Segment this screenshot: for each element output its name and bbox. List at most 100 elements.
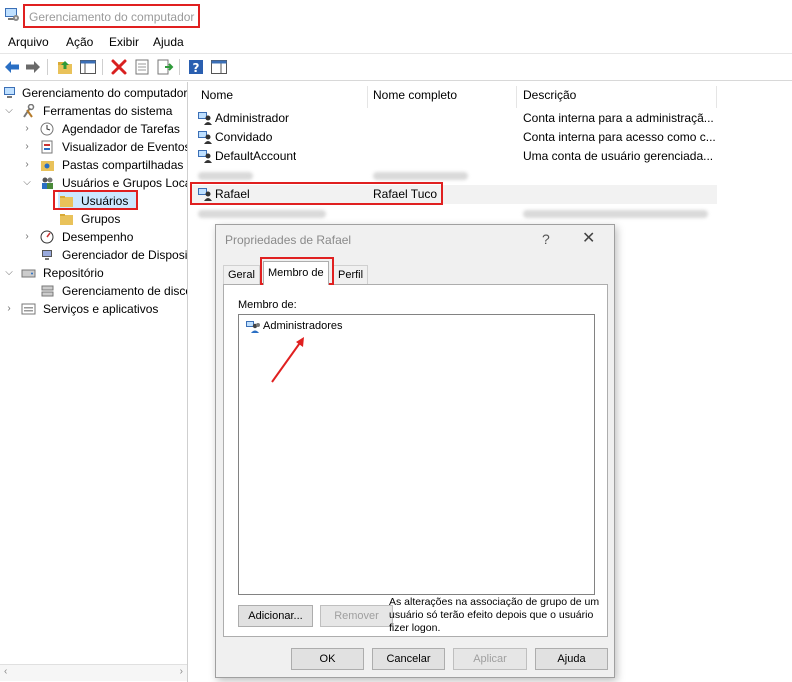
cancel-button[interactable]: Cancelar [372,648,445,670]
tree-label: Gerenciador de Disposit [62,248,188,262]
cell-description: Conta interna para acesso como c... [523,130,716,144]
forward-arrow-icon[interactable] [24,58,42,76]
help-icon[interactable]: ? [187,58,205,76]
table-row-redacted[interactable] [192,204,722,223]
menu-acao[interactable]: Ação [66,35,93,49]
tree-horizontal-scrollbar[interactable]: ‹ › [0,664,187,681]
show-hide-tree-icon[interactable] [79,58,97,76]
cell-description: Uma conta de usuário gerenciada... [523,149,714,163]
chevron-down-icon[interactable]: ⌵ [4,102,14,120]
toolbar: ? [0,53,792,81]
tree-label: Agendador de Tarefas [62,122,180,136]
menu-arquivo[interactable]: Arquivo [8,35,49,49]
tree-label: Serviços e aplicativos [43,302,159,316]
tab-membro-de[interactable]: Membro de [263,261,329,285]
membership-note: As alterações na associação de grupo de … [389,596,600,634]
chevron-right-icon[interactable]: › [22,156,32,174]
folder-icon [59,194,74,208]
storage-icon [21,266,36,280]
menu-bar: Arquivo Ação Exibir Ajuda [0,32,792,52]
properties-icon[interactable] [133,58,151,76]
cell-name: Rafael [215,187,250,201]
menu-ajuda[interactable]: Ajuda [153,35,184,49]
properties-dialog: Propriedades de Rafael ? ✕ Geral Membro … [215,224,615,678]
tree-label: Repositório [43,266,104,280]
help-button[interactable]: Ajuda [535,648,608,670]
shared-folder-icon [40,158,55,172]
tree-item-users[interactable]: Usuários [58,192,136,210]
tree-label: Desempenho [62,230,134,244]
performance-icon [40,230,55,244]
tab-geral[interactable]: Geral [223,265,260,285]
title-bar: Gerenciamento do computador [0,0,792,32]
chevron-down-icon[interactable]: ⌵ [22,174,32,192]
redacted-text [198,172,253,180]
tree-label: Pastas compartilhadas [62,158,184,172]
help-question-icon[interactable]: ? [542,231,550,247]
chevron-right-icon[interactable]: › [22,138,32,156]
device-manager-icon [40,248,55,262]
toolbar-separator [102,59,103,75]
annotation-arrow-icon [271,337,304,383]
tree-label: Gerenciamento do computador [22,86,188,100]
tools-icon [21,103,36,118]
table-row-selected[interactable]: Rafael Rafael Tuco [192,185,717,204]
tree-label: Usuários e Grupos Loca [62,176,188,190]
event-viewer-icon [40,140,55,154]
tree-label: Usuários [81,194,129,208]
action-pane-icon[interactable] [210,58,228,76]
tree-label: Ferramentas do sistema [43,104,173,118]
delete-icon[interactable] [110,58,128,76]
add-button[interactable]: Adicionar... [238,605,313,627]
user-icon [197,130,213,145]
users-groups-icon [40,176,55,190]
cell-description: Conta interna para a administraçã... [523,111,714,125]
cell-name: Convidado [215,130,273,144]
tree-label: Visualizador de Eventos [62,140,188,154]
redacted-text [523,210,708,218]
column-divider [516,86,517,108]
group-icon [245,320,261,334]
table-row[interactable]: Convidado Conta interna para acesso como… [192,128,722,147]
cell-full-name: Rafael Tuco [373,187,438,201]
dialog-title: Propriedades de Rafael [225,233,352,247]
tab-perfil[interactable]: Perfil [333,265,369,285]
cell-name: Administrador [215,111,290,125]
export-list-icon[interactable] [156,58,174,76]
toolbar-separator [47,59,48,75]
ok-button[interactable]: OK [291,648,364,670]
chevron-right-icon[interactable]: › [22,120,32,138]
chevron-right-icon[interactable]: › [22,228,32,246]
user-icon [197,149,213,164]
computer-management-icon [4,6,20,22]
column-header-full-name[interactable]: Nome completo [373,88,457,102]
up-folder-icon[interactable] [56,58,74,76]
table-row[interactable]: DefaultAccount Uma conta de usuário gere… [192,147,722,166]
cell-name: DefaultAccount [215,149,297,163]
scroll-left-icon[interactable]: ‹ [4,666,7,677]
clock-icon [40,122,55,136]
disk-management-icon [40,284,55,298]
column-divider [716,86,717,108]
remove-button[interactable]: Remover [320,605,393,627]
chevron-right-icon[interactable]: › [4,300,14,318]
redacted-text [198,210,326,218]
table-row-redacted[interactable] [192,166,722,185]
close-icon[interactable]: ✕ [582,228,595,248]
toolbar-separator [179,59,180,75]
menu-exibir[interactable]: Exibir [109,35,139,49]
table-row[interactable]: Administrador Conta interna para a admin… [192,109,722,128]
column-header-name[interactable]: Nome [201,88,233,102]
redacted-text [373,172,468,180]
scroll-right-icon[interactable]: › [180,666,183,677]
member-of-label: Membro de: [238,299,297,311]
back-arrow-icon[interactable] [3,58,21,76]
computer-management-icon [3,86,18,100]
apply-button[interactable]: Aplicar [453,648,527,670]
user-icon [197,111,213,126]
column-header-description[interactable]: Descrição [523,88,576,102]
tree-label: Grupos [81,212,121,226]
svg-text:?: ? [193,61,200,75]
user-icon [197,187,213,202]
chevron-down-icon[interactable]: ⌵ [4,264,14,282]
